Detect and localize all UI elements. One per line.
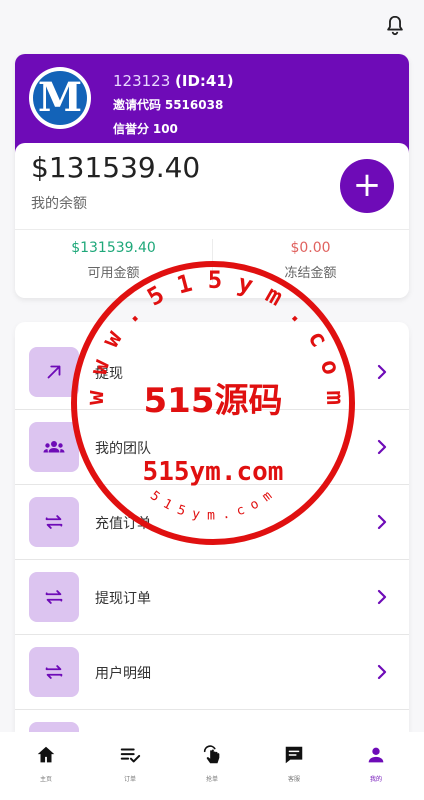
invite-code-line: 邀请代码 5516038: [113, 96, 223, 113]
menu-item-deposit-orders[interactable]: 充值订单: [15, 485, 409, 560]
top-bar: [0, 0, 424, 52]
menu-list: 提现 我的团队 充值订单 提现订单 用户明细: [15, 322, 409, 742]
balance-panel: $131539.40 我的余额 + $131539.40 可用金额 $0.00 …: [15, 143, 409, 298]
group-icon: [29, 422, 79, 472]
arrow-up-right-icon: [29, 347, 79, 397]
invite-code-label: 邀请代码: [113, 98, 162, 112]
frozen-balance-label: 冻结金额: [284, 266, 337, 281]
menu-item-label: 我的团队: [95, 441, 151, 457]
chevron-right-icon: [377, 439, 387, 455]
menu-item-label: 提现订单: [95, 591, 151, 607]
credit-score-value: 100: [152, 122, 178, 136]
swap-icon: [29, 647, 79, 697]
credit-score-line: 信誉分 100: [113, 120, 178, 137]
chevron-right-icon: [377, 514, 387, 530]
menu-item-label: 充值订单: [95, 516, 151, 532]
chat-icon: [285, 746, 303, 764]
frozen-balance-value: $0.00: [290, 240, 331, 256]
credit-score-label: 信誉分: [113, 122, 150, 136]
profile-page: M 123123 (ID:41) 邀请代码 5516038 信誉分 100 $1…: [0, 0, 424, 800]
deposit-add-button[interactable]: +: [340, 159, 394, 213]
avatar-letter: M: [37, 74, 83, 121]
available-balance-label: 可用金额: [87, 266, 140, 281]
balance-amount: $131539.40: [31, 151, 201, 184]
menu-item-withdraw[interactable]: 提现: [15, 335, 409, 410]
bell-icon[interactable]: [384, 14, 406, 36]
checklist-icon: [120, 748, 141, 763]
profile-card: M 123123 (ID:41) 邀请代码 5516038 信誉分 100 $1…: [15, 54, 409, 298]
tap-icon: [203, 745, 220, 764]
tab-label: 我的: [369, 776, 382, 783]
tab-home[interactable]: 主页: [4, 732, 88, 800]
tab-grab-order[interactable]: 抢单: [170, 732, 254, 800]
available-balance: $131539.40 可用金额: [15, 240, 212, 281]
swap-icon: [29, 572, 79, 622]
tab-customer-service[interactable]: 客服: [252, 732, 336, 800]
username: 123123: [113, 72, 171, 90]
tab-label: 抢单: [205, 776, 218, 783]
tab-label: 主页: [39, 776, 52, 783]
bottom-tab-bar: 主页 订单 抢单 客服 我的: [0, 732, 424, 800]
tab-label: 订单: [123, 776, 136, 783]
invite-code-value: 5516038: [164, 98, 224, 112]
available-balance-value: $131539.40: [71, 240, 156, 256]
chevron-right-icon: [377, 664, 387, 680]
menu-item-user-details[interactable]: 用户明细: [15, 635, 409, 710]
menu-item-label: 提现: [95, 366, 123, 382]
frozen-balance: $0.00 冻结金额: [212, 240, 409, 281]
avatar[interactable]: M: [29, 67, 91, 129]
tab-orders[interactable]: 订单: [88, 732, 172, 800]
chevron-right-icon: [377, 589, 387, 605]
swap-icon: [29, 497, 79, 547]
divider: [15, 229, 409, 230]
user-id: (ID:41): [175, 72, 234, 90]
menu-item-label: 用户明细: [95, 666, 151, 682]
balance-label: 我的余额: [31, 196, 87, 212]
tab-profile[interactable]: 我的: [334, 732, 418, 800]
person-icon: [368, 747, 384, 763]
menu-item-my-team[interactable]: 我的团队: [15, 410, 409, 485]
chevron-right-icon: [377, 364, 387, 380]
username-line: 123123 (ID:41): [113, 72, 234, 90]
tab-label: 客服: [287, 776, 300, 783]
home-icon: [37, 746, 55, 763]
avatar-logo: M: [33, 71, 87, 125]
menu-item-withdraw-orders[interactable]: 提现订单: [15, 560, 409, 635]
